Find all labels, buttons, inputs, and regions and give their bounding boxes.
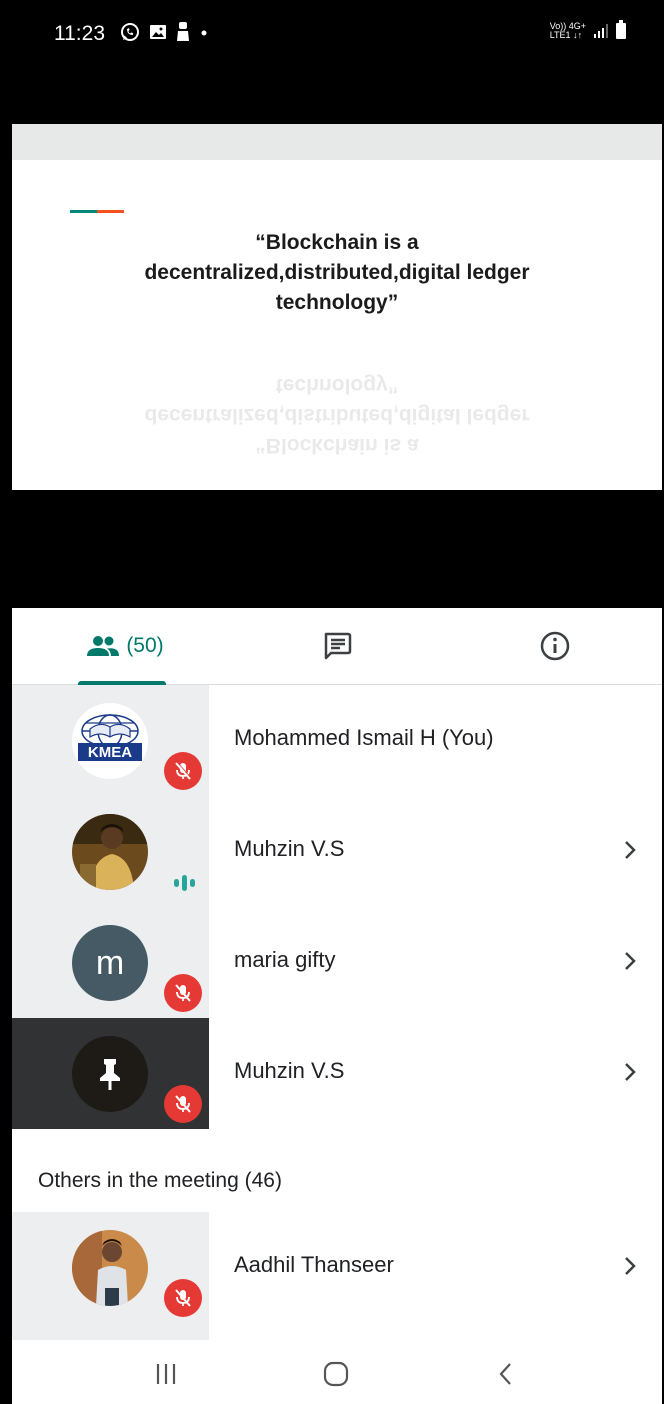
home-icon xyxy=(323,1361,349,1387)
people-icon xyxy=(87,636,120,656)
others-section-label: Others in the meeting (46) xyxy=(38,1169,282,1192)
mic-off-icon xyxy=(175,1289,191,1307)
gallery-icon xyxy=(150,25,166,39)
chevron-right-icon[interactable] xyxy=(622,1253,638,1279)
status-bar: 11:23 Vo)) 4G+ LTE1 ↓↑ xyxy=(12,8,662,124)
participant-tile xyxy=(12,1018,209,1129)
tab-people[interactable]: (50) xyxy=(60,608,190,685)
avatar xyxy=(72,1036,148,1112)
avatar xyxy=(72,1230,148,1306)
status-icons-right: Vo)) 4G+ LTE1 ↓↑ xyxy=(550,20,626,40)
mic-off-badge xyxy=(164,1085,202,1123)
participant-row[interactable]: Muhzin V.S xyxy=(12,796,662,907)
participants-list[interactable]: KMEA Mohammed Ismail H (You) Muhzin V.S … xyxy=(12,685,662,1340)
kmea-logo-text: KMEA xyxy=(88,744,132,761)
participant-photo xyxy=(72,1230,148,1306)
signal-icon xyxy=(594,24,608,38)
people-count: (50) xyxy=(126,634,164,657)
participant-row[interactable]: KMEA Mohammed Ismail H (You) xyxy=(12,685,662,796)
chevron-right-icon[interactable] xyxy=(622,948,638,974)
tab-info[interactable] xyxy=(520,608,590,684)
mic-off-icon xyxy=(175,761,192,780)
avatar: KMEA xyxy=(72,703,148,779)
mic-off-icon xyxy=(175,984,191,1002)
chevron-right-icon[interactable] xyxy=(622,1059,638,1085)
mic-off-badge xyxy=(164,752,202,790)
speaking-indicator xyxy=(168,871,200,895)
participant-row[interactable]: Muhzin V.S xyxy=(12,1018,662,1129)
slide-quote-reflection: “Blockchain is a decentralized,distribut… xyxy=(144,374,530,457)
participant-row[interactable]: Aadhil Thanseer xyxy=(12,1212,662,1323)
whatsapp-icon xyxy=(121,23,139,41)
participant-name: maria gifty xyxy=(234,947,336,972)
kmea-logo: KMEA xyxy=(72,703,148,779)
participant-tile-partial xyxy=(12,1323,209,1340)
recents-icon xyxy=(156,1364,176,1384)
participant-tile: KMEA xyxy=(12,685,209,796)
tab-chat[interactable] xyxy=(302,608,372,684)
participant-tile xyxy=(12,1212,209,1323)
status-icons-left xyxy=(120,22,209,42)
recents-button[interactable] xyxy=(136,1354,196,1394)
slide-quote: “Blockchain is a decentralized,distribut… xyxy=(144,231,530,314)
participant-name: Aadhil Thanseer xyxy=(234,1252,394,1277)
participant-photo xyxy=(72,814,148,890)
participant-row[interactable]: m maria gifty xyxy=(12,907,662,1018)
back-icon xyxy=(499,1363,511,1385)
mic-off-icon xyxy=(175,1095,191,1113)
avatar xyxy=(72,814,148,890)
slide: “Blockchain is a decentralized,distribut… xyxy=(12,160,662,490)
slide-header-strip xyxy=(12,124,662,160)
home-button[interactable] xyxy=(306,1354,366,1394)
mic-off-badge xyxy=(164,974,202,1012)
dot-icon xyxy=(201,30,207,36)
battery-icon xyxy=(616,20,626,39)
pin-icon xyxy=(100,1059,120,1090)
person-icon xyxy=(177,22,189,41)
tab-bar: (50) xyxy=(12,608,662,685)
avatar-letter: m xyxy=(72,925,148,1001)
presentation-view[interactable]: “Blockchain is a decentralized,distribut… xyxy=(12,124,662,608)
back-button[interactable] xyxy=(476,1354,536,1394)
status-time: 11:23 xyxy=(54,22,105,45)
system-nav-bar xyxy=(12,1340,662,1404)
network-bottom-label: LTE1 ↓↑ xyxy=(549,30,583,40)
participant-name: Muhzin V.S xyxy=(234,1058,345,1083)
volte-4g-icon: Vo)) 4G+ LTE1 ↓↑ xyxy=(550,22,586,40)
chat-icon xyxy=(324,632,352,660)
participant-name: Muhzin V.S xyxy=(234,836,345,861)
chevron-right-icon[interactable] xyxy=(622,837,638,863)
slide-accent-line xyxy=(70,210,124,213)
mic-off-badge xyxy=(164,1279,202,1317)
participant-tile xyxy=(12,796,209,907)
info-icon xyxy=(540,631,570,661)
participant-tile: m xyxy=(12,907,209,1018)
participant-name: Mohammed Ismail H (You) xyxy=(234,725,494,750)
